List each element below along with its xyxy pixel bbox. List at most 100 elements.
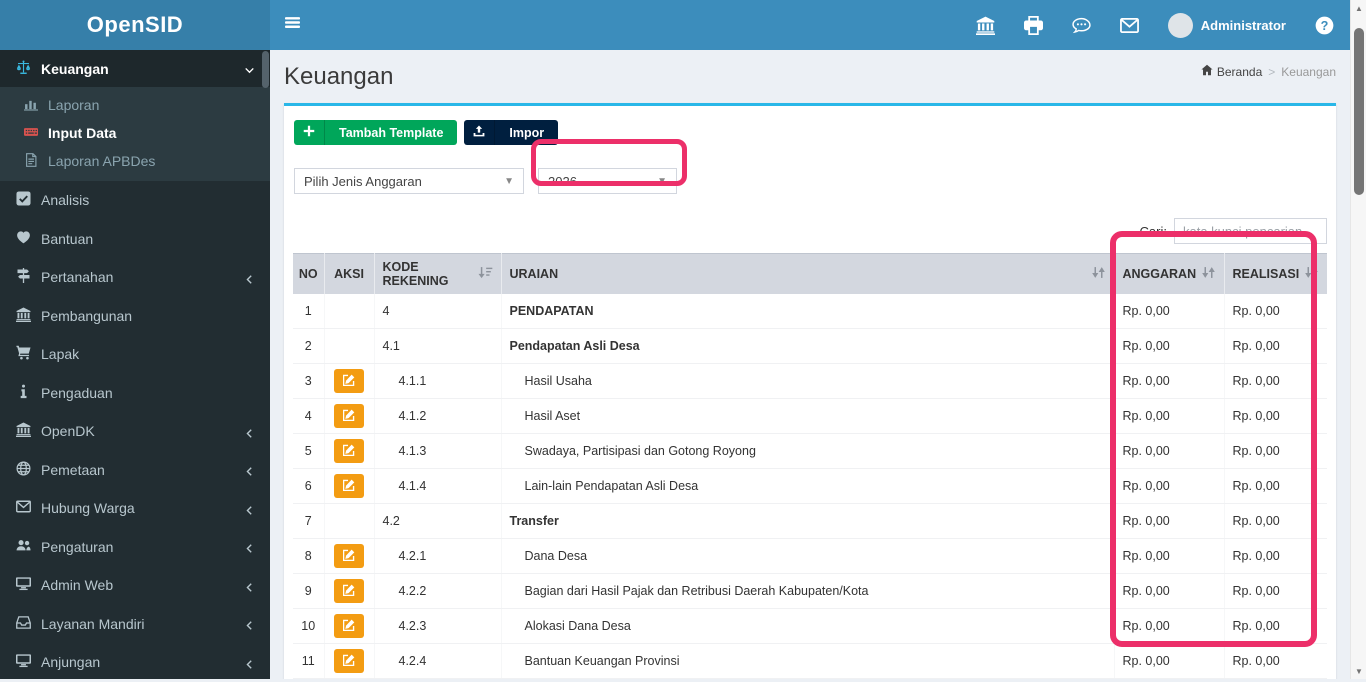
keuangan-submenu: Laporan Input Data Laporan APBDes [0, 87, 270, 181]
heart-icon [15, 230, 32, 247]
sidebar-item-analisis[interactable]: Analisis [0, 181, 270, 220]
realisasi-cell: Rp. 0,00 [1224, 399, 1327, 434]
edit-button[interactable] [334, 544, 364, 568]
uraian-cell: PENDAPATAN [501, 294, 1114, 329]
map-signs-icon [15, 269, 32, 286]
breadcrumb-home-link[interactable]: Beranda [1201, 64, 1262, 79]
printer-icon [1024, 16, 1043, 35]
edit-button[interactable] [334, 474, 364, 498]
svg-text:?: ? [1321, 18, 1329, 32]
realisasi-cell: Rp. 0,00 [1224, 644, 1327, 679]
edit-icon [343, 619, 355, 634]
table-row: 10 4.2.3 Alokasi Dana Desa Rp. 0,00 Rp. … [293, 609, 1327, 644]
tambah-template-button[interactable]: Tambah Template [294, 120, 457, 145]
table-row: 3 4.1.1 Hasil Usaha Rp. 0,00 Rp. 0,00 [293, 364, 1327, 399]
realisasi-cell: Rp. 0,00 [1224, 434, 1327, 469]
sidebar-item-anjungan[interactable]: Anjungan [0, 643, 270, 682]
chevron-down-icon [244, 63, 255, 74]
search-input[interactable] [1174, 218, 1327, 244]
row-number: 5 [293, 434, 324, 469]
edit-button[interactable] [334, 649, 364, 673]
table-row: 11 4.2.4 Bantuan Keuangan Provinsi Rp. 0… [293, 644, 1327, 679]
sidebar-item-pengaduan[interactable]: Pengaduan [0, 374, 270, 413]
edit-button[interactable] [334, 369, 364, 393]
sidebar-subitem-laporan[interactable]: Laporan [0, 91, 270, 119]
column-header-no: NO [293, 254, 324, 294]
sidebar-item-pembangunan[interactable]: Pembangunan [0, 297, 270, 336]
edit-icon [343, 584, 355, 599]
column-header-anggaran[interactable]: ANGGARAN [1114, 254, 1224, 294]
sidebar-item-layanan-mandiri[interactable]: Layanan Mandiri [0, 605, 270, 644]
envelope-button[interactable] [1120, 16, 1139, 35]
jenis-anggaran-select[interactable]: Pilih Jenis Anggaran ▼ [294, 168, 524, 194]
uraian-cell: Hasil Aset [501, 399, 1114, 434]
kode-rekening-cell: 4.2.3 [374, 609, 501, 644]
scrollbar-up-arrow[interactable]: ▲ [1351, 0, 1366, 16]
uraian-cell: Bagian dari Hasil Pajak dan Retribusi Da… [501, 574, 1114, 609]
column-header-uraian[interactable]: URAIAN [501, 254, 1114, 294]
realisasi-cell: Rp. 0,00 [1224, 574, 1327, 609]
sidebar-item-pemetaan[interactable]: Pemetaan [0, 451, 270, 490]
sort-icon [1304, 266, 1319, 282]
uraian-cell: Transfer [501, 504, 1114, 539]
sidebar-item-admin-web[interactable]: Admin Web [0, 566, 270, 605]
scrollbar-thumb[interactable] [1354, 28, 1364, 195]
envelope-icon [1120, 16, 1139, 35]
sidebar-scrollbar-thumb[interactable] [262, 51, 269, 88]
sidebar-item-hubung-warga[interactable]: Hubung Warga [0, 489, 270, 528]
chevron-left-icon [244, 580, 255, 591]
chevron-left-icon [244, 618, 255, 629]
scrollbar-down-arrow[interactable]: ▼ [1351, 663, 1366, 679]
anggaran-cell: Rp. 0,00 [1114, 644, 1224, 679]
sidebar-item-bantuan[interactable]: Bantuan [0, 220, 270, 259]
edit-button[interactable] [334, 579, 364, 603]
question-circle-icon: ? [1315, 16, 1334, 35]
sidebar-item-lapak[interactable]: Lapak [0, 335, 270, 374]
user-name: Administrator [1201, 18, 1286, 33]
table-row: 6 4.1.4 Lain-lain Pendapatan Asli Desa R… [293, 469, 1327, 504]
row-number: 9 [293, 574, 324, 609]
app-logo[interactable]: OpenSID [0, 0, 270, 50]
uraian-cell: Lain-lain Pendapatan Asli Desa [501, 469, 1114, 504]
bank-icon [15, 423, 32, 440]
chat-button[interactable] [1072, 16, 1091, 35]
bank-icon [976, 16, 995, 35]
sidebar-item-pengaturan[interactable]: Pengaturan [0, 528, 270, 567]
row-number: 10 [293, 609, 324, 644]
edit-button[interactable] [334, 614, 364, 638]
search-label: Cari: [1140, 224, 1167, 239]
row-number: 1 [293, 294, 324, 329]
breadcrumb-current: Keuangan [1281, 65, 1336, 79]
chevron-left-icon [244, 272, 255, 283]
anggaran-cell: Rp. 0,00 [1114, 539, 1224, 574]
help-button[interactable]: ? [1315, 16, 1334, 35]
chevron-left-icon [244, 541, 255, 552]
column-header-realisasi[interactable]: REALISASI [1224, 254, 1327, 294]
impor-button[interactable]: Impor [464, 120, 558, 145]
edit-button[interactable] [334, 404, 364, 428]
kode-rekening-cell: 4.1 [374, 329, 501, 364]
hamburger-icon [284, 15, 301, 35]
column-header-kode-rekening[interactable]: KODE REKENING [374, 254, 501, 294]
realisasi-cell: Rp. 0,00 [1224, 504, 1327, 539]
printer-button[interactable] [1024, 16, 1043, 35]
chevron-left-icon [244, 426, 255, 437]
sidebar-item-pertanahan[interactable]: Pertanahan [0, 258, 270, 297]
anggaran-cell: Rp. 0,00 [1114, 329, 1224, 364]
sidebar-item-opendk[interactable]: OpenDK [0, 412, 270, 451]
tahun-select[interactable]: 2026 ▼ [538, 168, 677, 194]
sidebar-item-keuangan[interactable]: Keuangan [0, 50, 270, 87]
bank-button[interactable] [976, 16, 995, 35]
page-scrollbar[interactable]: ▲ ▼ [1350, 0, 1366, 679]
kode-rekening-cell: 4.2.2 [374, 574, 501, 609]
breadcrumb-separator: > [1268, 65, 1275, 79]
table-row: 8 4.2.1 Dana Desa Rp. 0,00 Rp. 0,00 [293, 539, 1327, 574]
kode-rekening-cell: 4 [374, 294, 501, 329]
user-menu[interactable]: Administrator [1168, 13, 1286, 38]
sidebar-toggle-button[interactable] [270, 0, 315, 50]
edit-button[interactable] [334, 439, 364, 463]
sidebar-subitem-laporan-apbdes[interactable]: Laporan APBDes [0, 147, 270, 175]
table-row: 4 4.1.2 Hasil Aset Rp. 0,00 Rp. 0,00 [293, 399, 1327, 434]
scales-icon [15, 60, 32, 77]
sidebar-subitem-input-data[interactable]: Input Data [0, 119, 270, 147]
